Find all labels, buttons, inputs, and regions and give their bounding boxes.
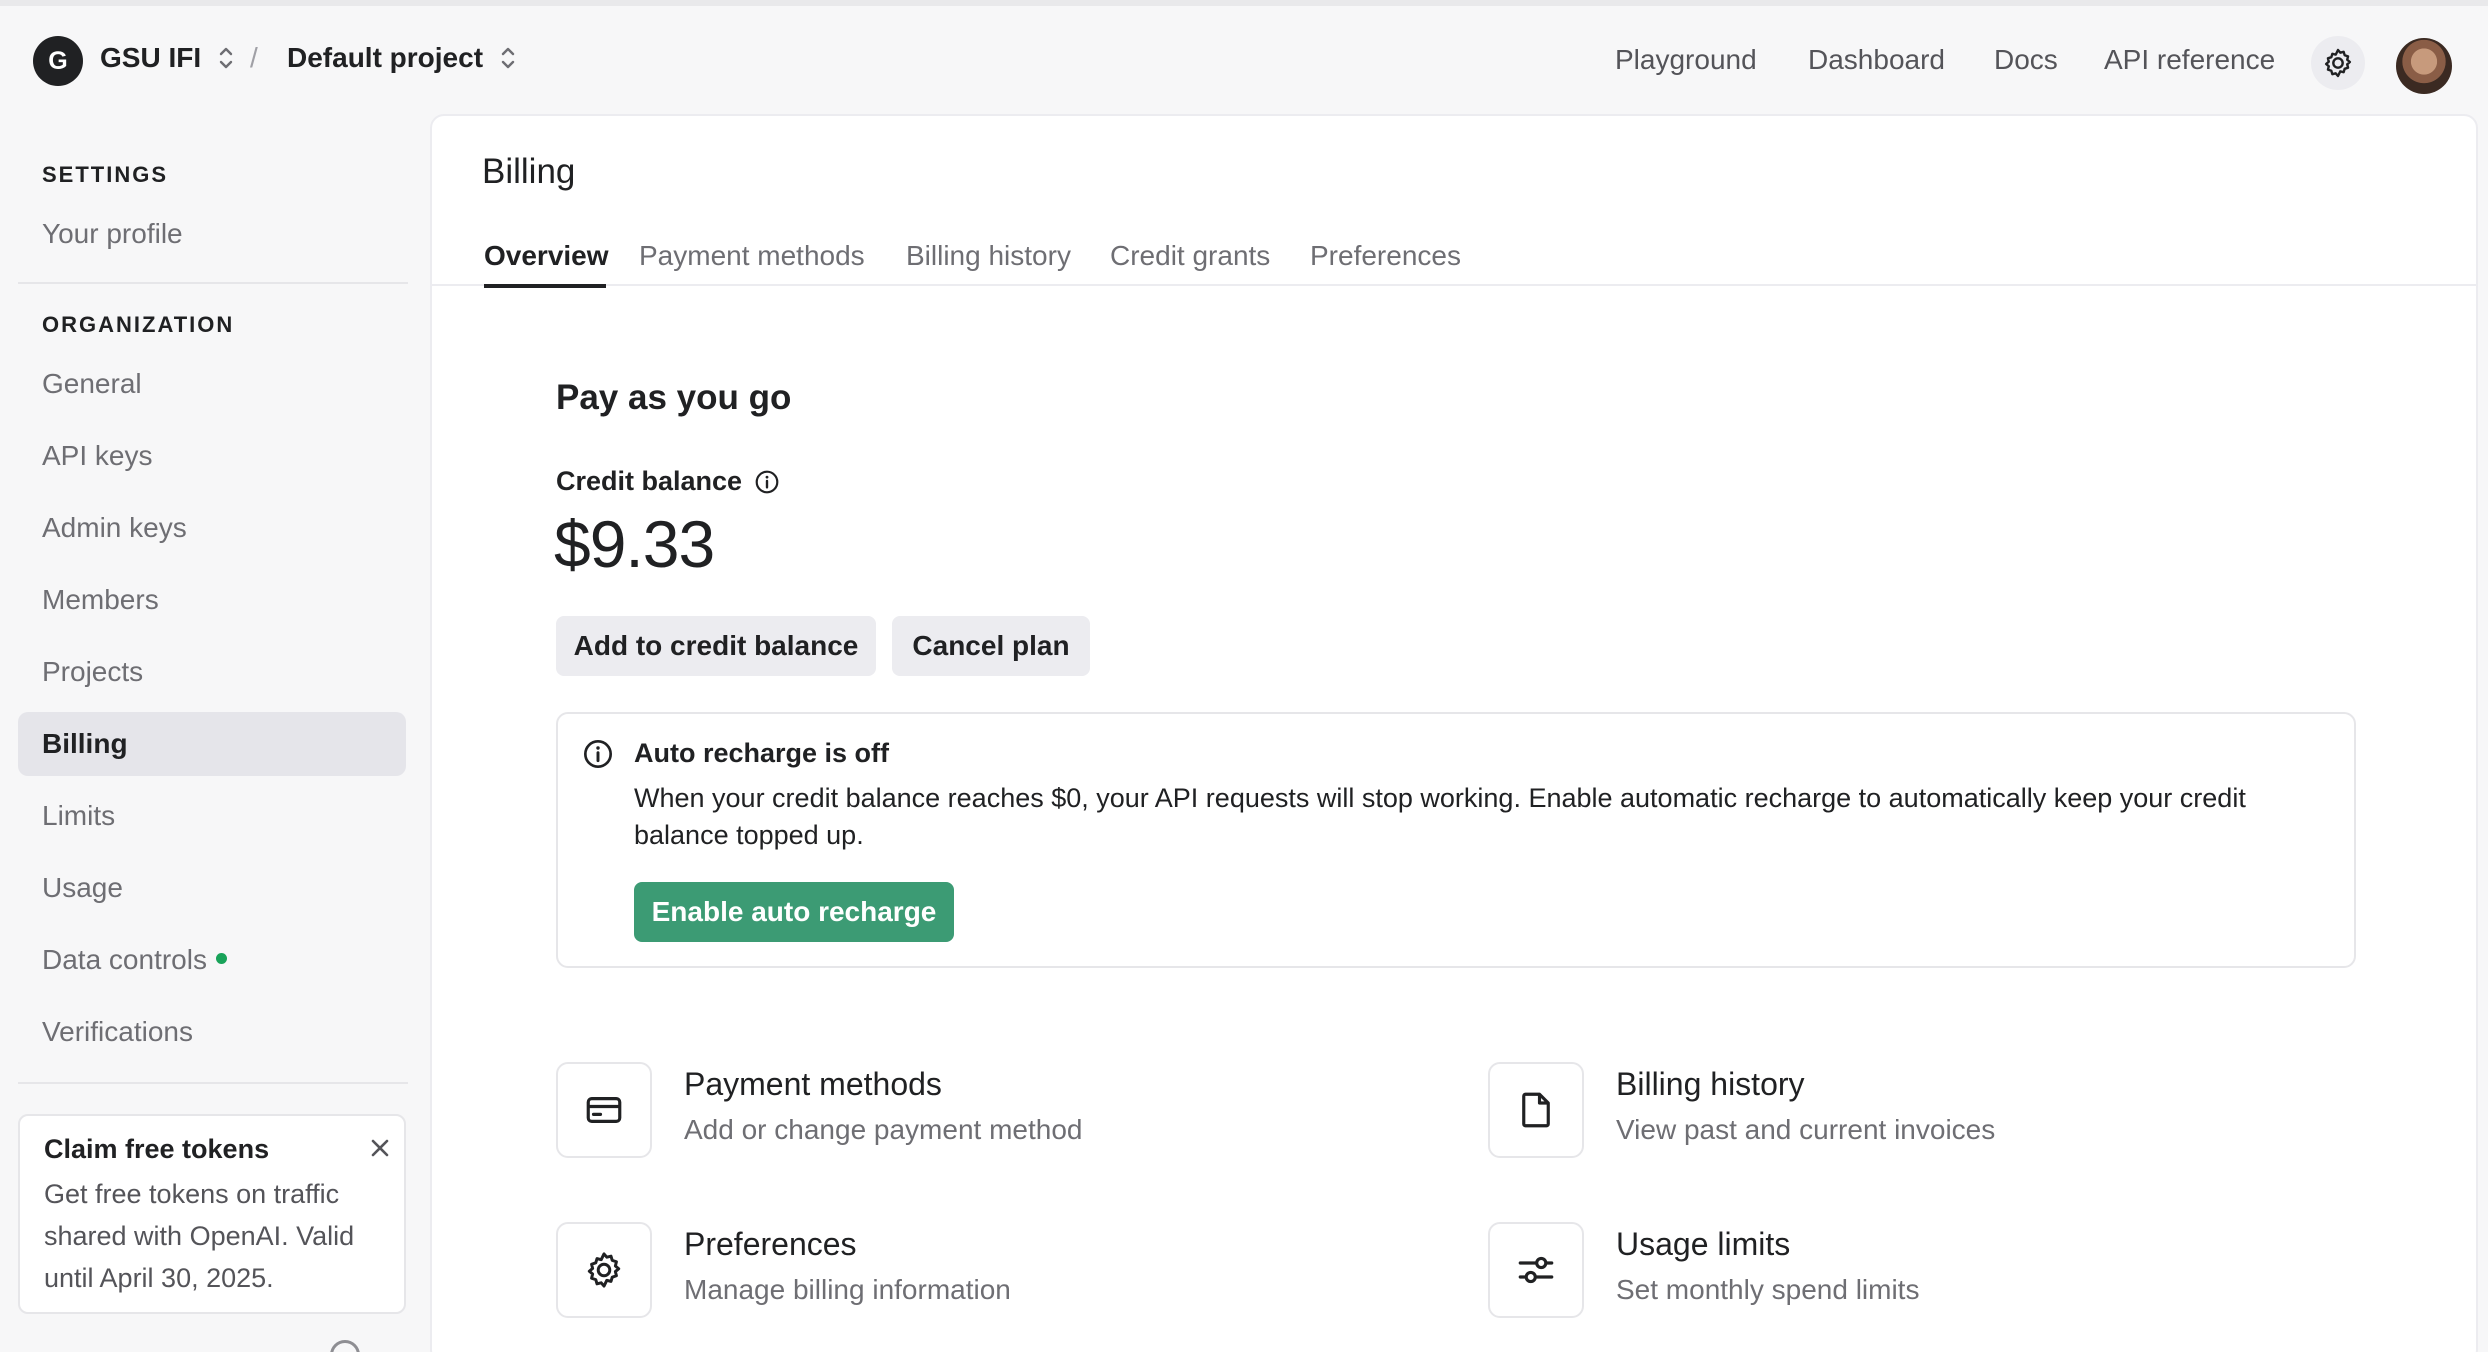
card-icon — [556, 1062, 652, 1158]
sidebar-heading-settings: SETTINGS — [42, 162, 169, 187]
project-switcher[interactable]: Default project — [287, 42, 519, 74]
info-icon — [584, 740, 612, 768]
chevron-updown-icon — [501, 47, 515, 69]
nav-docs[interactable]: Docs — [1994, 44, 2058, 76]
sidebar-item-api-keys[interactable]: API keys — [42, 440, 152, 472]
sliders-icon — [1488, 1222, 1584, 1318]
link-card-payment-methods[interactable]: Payment methods Add or change payment me… — [556, 1062, 1356, 1162]
user-avatar[interactable] — [2396, 38, 2452, 94]
link-card-preferences[interactable]: Preferences Manage billing information — [556, 1222, 1356, 1322]
credit-balance-text: Credit balance — [556, 466, 743, 496]
claim-title: Claim free tokens — [44, 1134, 270, 1164]
sidebar-item-data-controls[interactable]: Data controls — [42, 944, 227, 976]
breadcrumb-separator: / — [250, 42, 258, 73]
notice-title: Auto recharge is off — [634, 738, 890, 768]
sidebar-item-admin-keys[interactable]: Admin keys — [42, 512, 187, 544]
auto-recharge-notice: Auto recharge is off When your credit ba… — [556, 712, 2356, 968]
nav-playground[interactable]: Playground — [1615, 44, 1757, 76]
plan-title: Pay as you go — [556, 378, 792, 417]
link-title: Usage limits — [1616, 1226, 1791, 1262]
link-subtitle: Manage billing information — [684, 1274, 1011, 1305]
settings-button[interactable] — [2311, 36, 2365, 90]
status-dot — [215, 953, 227, 965]
sidebar-heading-organization: ORGANIZATION — [42, 312, 235, 337]
claim-tokens-card: Claim free tokens Get free tokens on tra… — [18, 1114, 406, 1314]
claim-body: Get free tokens on traffic shared with O… — [44, 1179, 355, 1293]
link-card-usage-limits[interactable]: Usage limits Set monthly spend limits — [1488, 1222, 2288, 1322]
notice-body: When your credit balance reaches $0, you… — [634, 783, 2246, 850]
sidebar: SETTINGS Your profile ORGANIZATION Gener… — [0, 114, 430, 1352]
sidebar-divider — [18, 282, 408, 284]
credit-balance-label: Credit balance — [556, 466, 780, 497]
close-icon[interactable] — [368, 1136, 392, 1160]
gear-icon — [556, 1222, 652, 1318]
tab-payment-methods[interactable]: Payment methods — [639, 240, 865, 272]
sidebar-item-verifications[interactable]: Verifications — [42, 1016, 193, 1048]
main-panel: Billing Overview Payment methods Billing… — [430, 114, 2478, 1352]
sidebar-item-billing[interactable]: Billing — [42, 728, 128, 760]
tab-bar: Overview Payment methods Billing history… — [432, 224, 2478, 286]
tab-overview[interactable]: Overview — [484, 240, 609, 272]
link-title: Preferences — [684, 1226, 857, 1262]
nav-api-reference[interactable]: API reference — [2104, 44, 2275, 76]
sidebar-item-label: Data controls — [42, 944, 207, 975]
link-title: Billing history — [1616, 1066, 1805, 1102]
link-card-billing-history[interactable]: Billing history View past and current in… — [1488, 1062, 2288, 1162]
org-name: GSU IFI — [100, 42, 202, 73]
sidebar-item-limits[interactable]: Limits — [42, 800, 115, 832]
page-title: Billing — [482, 152, 576, 191]
top-bar: G GSU IFI / Default project Playground D… — [0, 6, 2488, 114]
cancel-plan-button[interactable]: Cancel plan — [892, 616, 1090, 676]
link-subtitle: View past and current invoices — [1616, 1114, 1996, 1145]
tab-preferences[interactable]: Preferences — [1310, 240, 1461, 272]
link-subtitle: Set monthly spend limits — [1616, 1274, 1920, 1305]
sidebar-item-general[interactable]: General — [42, 368, 142, 400]
chevron-updown-icon — [219, 47, 233, 69]
sidebar-divider — [18, 1082, 408, 1084]
credit-balance-value: $9.33 — [554, 507, 715, 581]
add-credit-button[interactable]: Add to credit balance — [556, 616, 876, 676]
nav-dashboard[interactable]: Dashboard — [1808, 44, 1945, 76]
tab-credit-grants[interactable]: Credit grants — [1110, 240, 1270, 272]
org-switcher[interactable]: GSU IFI — [100, 42, 237, 74]
info-icon[interactable] — [754, 469, 780, 495]
sidebar-item-members[interactable]: Members — [42, 584, 159, 616]
help-icon[interactable] — [330, 1340, 360, 1352]
link-subtitle: Add or change payment method — [684, 1114, 1083, 1145]
document-icon — [1488, 1062, 1584, 1158]
tab-billing-history[interactable]: Billing history — [906, 240, 1071, 272]
link-title: Payment methods — [684, 1066, 942, 1102]
active-tab-indicator — [484, 284, 606, 288]
enable-auto-recharge-button[interactable]: Enable auto recharge — [634, 882, 954, 942]
org-avatar[interactable]: G — [33, 36, 83, 86]
sidebar-item-your-profile[interactable]: Your profile — [42, 218, 183, 250]
sidebar-item-usage[interactable]: Usage — [42, 872, 123, 904]
sidebar-item-projects[interactable]: Projects — [42, 656, 143, 688]
gear-icon — [2324, 48, 2352, 78]
project-name: Default project — [287, 42, 484, 73]
